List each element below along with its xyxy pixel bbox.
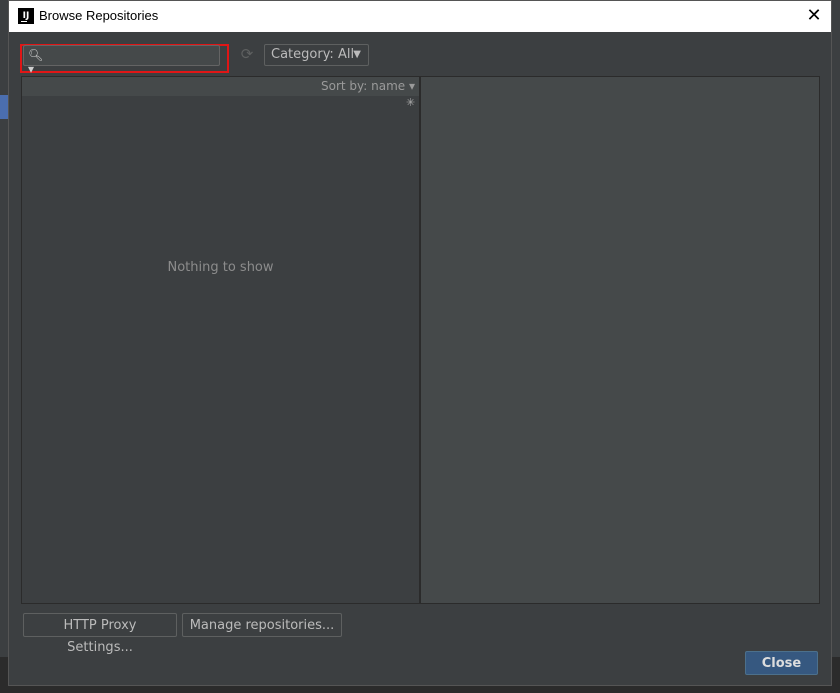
plugin-list-panel[interactable]: Sort by: name ▾ ✳ Nothing to show xyxy=(21,76,420,604)
title-bar: IJ Browse Repositories ✕ xyxy=(9,1,831,32)
close-icon[interactable]: ✕ xyxy=(803,5,825,27)
chevron-down-icon: ▼ xyxy=(353,49,361,60)
category-label: Category: All xyxy=(271,47,355,62)
app-icon: IJ xyxy=(18,8,34,24)
refresh-icon[interactable]: ⟳ xyxy=(239,46,255,62)
empty-list-message: Nothing to show xyxy=(167,260,274,275)
browse-repositories-dialog: IJ Browse Repositories ✕ 🔍︎▾ ⟳ Category:… xyxy=(8,0,832,686)
http-proxy-settings-button[interactable]: HTTP Proxy Settings... xyxy=(23,613,177,655)
manage-repositories-button[interactable]: Manage repositories... xyxy=(182,613,342,637)
ide-left-tab[interactable] xyxy=(0,95,8,119)
ide-right-toolstrip xyxy=(832,0,840,693)
search-field[interactable]: 🔍︎▾ xyxy=(23,45,220,76)
spinner-icon: ✳ xyxy=(406,96,416,109)
ide-left-toolstrip xyxy=(0,0,8,693)
sort-by-dropdown[interactable]: Sort by: name ▾ xyxy=(321,79,415,93)
close-button[interactable]: Close xyxy=(745,651,818,675)
search-input[interactable] xyxy=(46,47,216,64)
toolbar: 🔍︎▾ ⟳ Category: All ▼ xyxy=(9,32,831,76)
search-icon[interactable]: 🔍︎▾ xyxy=(28,48,44,76)
plugin-detail-panel xyxy=(420,76,820,604)
window-title: Browse Repositories xyxy=(39,8,159,23)
sort-bar: Sort by: name ▾ xyxy=(22,77,419,96)
category-dropdown[interactable]: Category: All ▼ xyxy=(264,44,369,66)
